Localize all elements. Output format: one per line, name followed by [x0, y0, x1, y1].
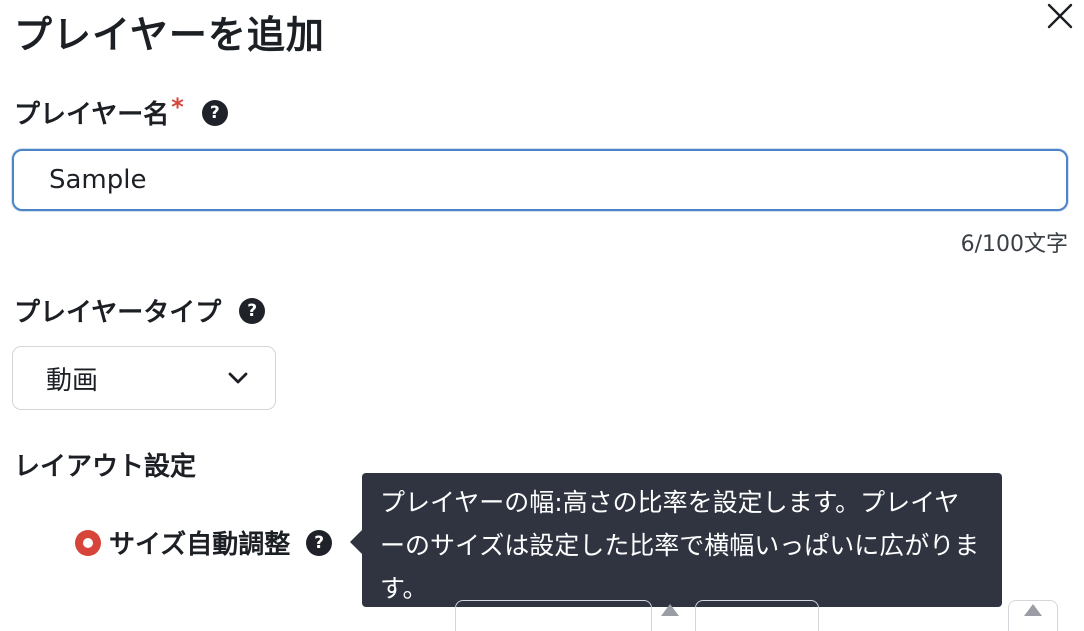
dialog-title: プレイヤーを追加 — [14, 13, 325, 57]
player-name-input[interactable] — [47, 164, 1066, 196]
help-icon[interactable]: ? — [239, 297, 266, 324]
close-icon[interactable] — [1042, 0, 1078, 36]
required-mark: * — [171, 92, 184, 121]
player-type-selected-value: 動画 — [46, 365, 99, 396]
help-icon[interactable]: ? — [306, 529, 333, 556]
help-icon[interactable]: ? — [201, 99, 228, 126]
player-type-label-row: プレイヤータイプ ? — [14, 292, 266, 329]
help-tooltip: プレイヤーの幅:高さの比率を設定します。プレイヤーのサイズは設定した比率で横幅い… — [362, 473, 1002, 607]
layout-settings-heading: レイアウト設定 — [14, 446, 196, 483]
player-type-select[interactable]: 動画 — [12, 346, 276, 410]
stepper-up-icon[interactable] — [1024, 604, 1042, 616]
auto-size-label: サイズ自動調整 — [109, 530, 291, 560]
player-name-label-row: プレイヤー名 * ? — [14, 92, 228, 131]
layout-settings-label: レイアウト設定 — [14, 452, 197, 482]
tooltip-arrow — [350, 530, 362, 554]
player-name-field[interactable] — [12, 149, 1068, 211]
player-name-label: プレイヤー名 — [14, 100, 170, 130]
character-counter: 6/100文字 — [960, 232, 1068, 257]
stepper-up-icon[interactable] — [661, 604, 679, 616]
player-type-label: プレイヤータイプ — [14, 298, 222, 328]
auto-size-option[interactable]: サイズ自動調整 ? — [75, 524, 333, 561]
auto-size-radio[interactable] — [75, 529, 101, 556]
chevron-down-icon — [228, 372, 248, 384]
